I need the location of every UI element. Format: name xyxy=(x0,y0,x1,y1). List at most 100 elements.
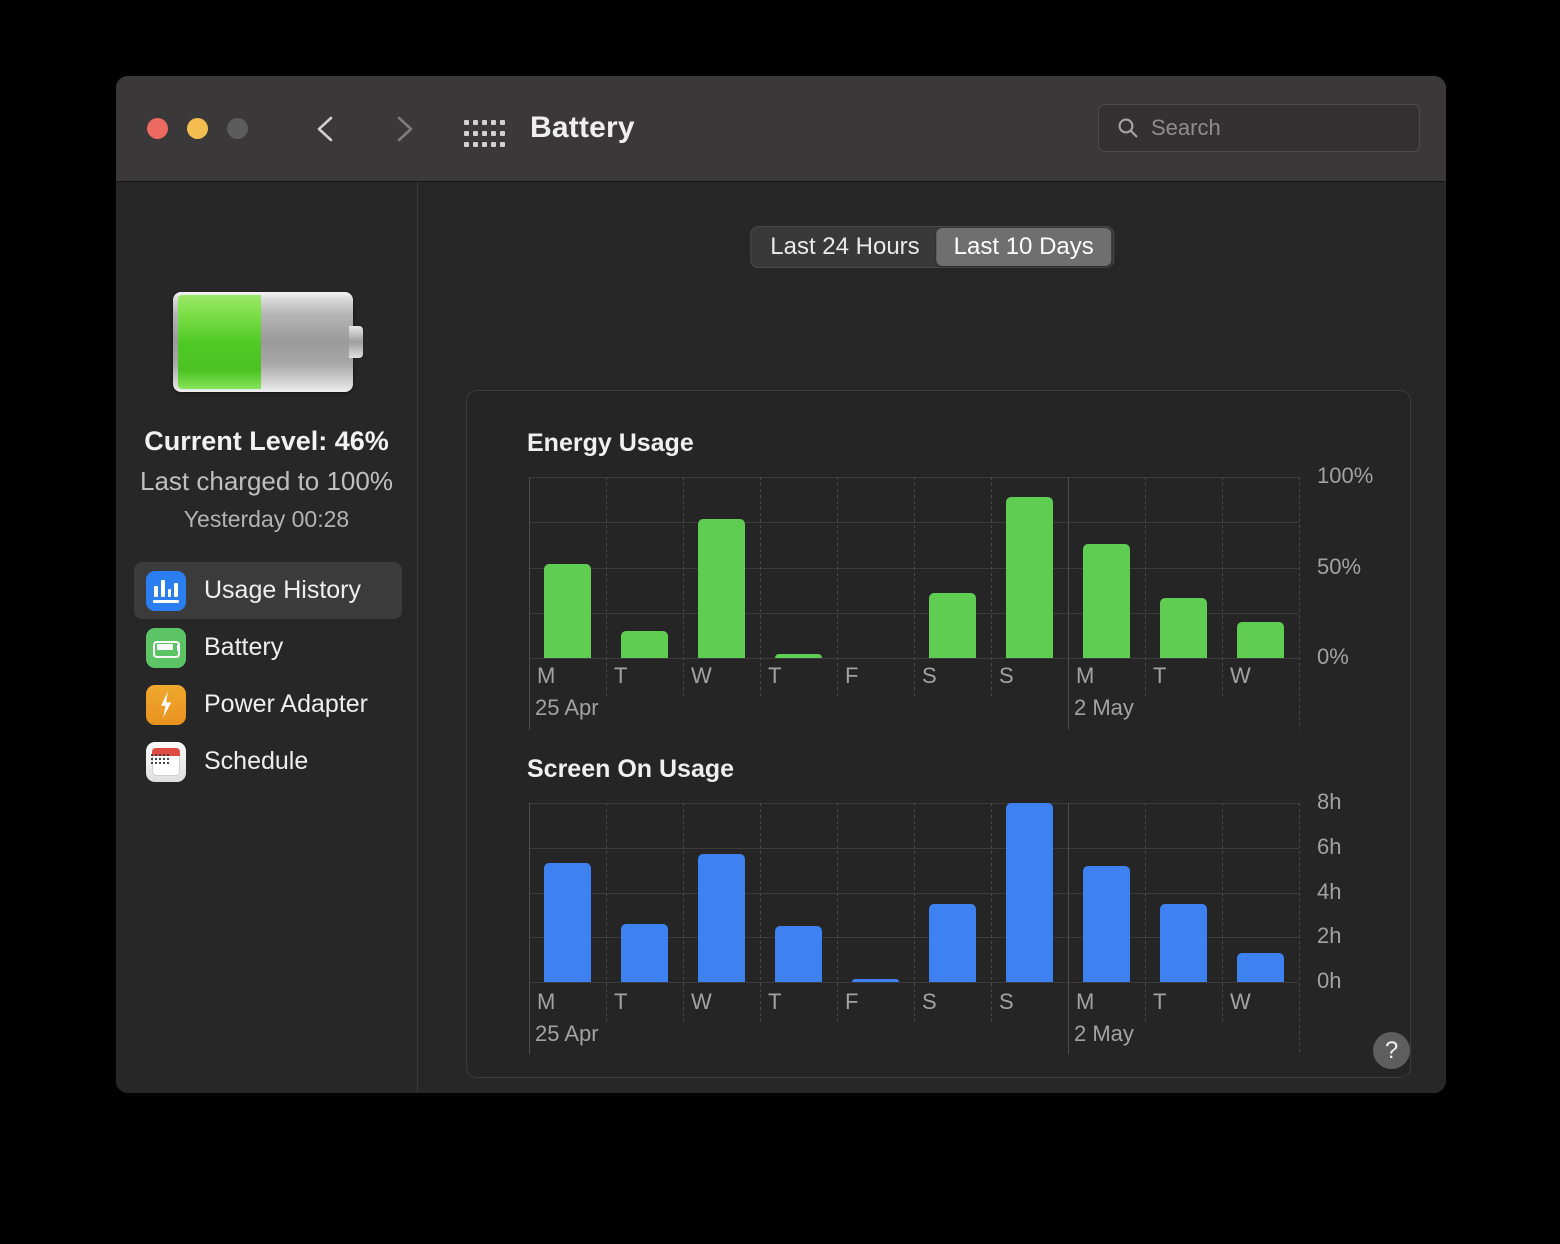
gridline-day xyxy=(1145,803,1146,1022)
window-toolbar: Battery xyxy=(116,76,1446,182)
gridline-day xyxy=(837,803,838,1022)
bar xyxy=(698,518,745,658)
gridline-day xyxy=(606,477,607,698)
x-axis-day-label: S xyxy=(922,989,937,1014)
chart-frame-edge xyxy=(529,477,530,730)
x-axis-day-label: S xyxy=(999,663,1014,688)
energy-usage-title: Energy Usage xyxy=(527,429,694,457)
battery-fill-level xyxy=(178,295,261,389)
x-axis-day-label: W xyxy=(1230,663,1251,688)
sidebar-item-label: Usage History xyxy=(204,576,361,604)
bar xyxy=(1237,621,1284,658)
gridline-week-boundary xyxy=(1068,803,1069,1054)
x-axis-day-label: M xyxy=(537,989,556,1014)
bar xyxy=(621,630,668,658)
sidebar-nav-list: Usage History Battery Power Adapter Sche… xyxy=(134,562,402,790)
gridline-day xyxy=(683,477,684,698)
bar xyxy=(544,563,591,658)
sidebar-item-label: Power Adapter xyxy=(204,690,368,718)
x-axis-day-label: W xyxy=(691,989,712,1014)
x-axis-day-label: M xyxy=(1076,989,1095,1014)
last-charged-time-text: Yesterday 00:28 xyxy=(183,506,350,532)
search-field[interactable] xyxy=(1098,104,1420,152)
help-button[interactable]: ? xyxy=(1373,1032,1410,1069)
sidebar-item-label: Schedule xyxy=(204,747,309,775)
x-axis-day-label: W xyxy=(1230,989,1251,1014)
screen-on-usage-chart: M T W T F S S M T W 25 Apr 2 May 0h 2h 4h 6h 8h xyxy=(529,789,1341,1054)
x-axis-day-label: S xyxy=(922,663,937,688)
sidebar-item-usage-history[interactable]: Usage History xyxy=(134,562,402,619)
x-axis-day-label: S xyxy=(999,989,1014,1014)
gridline-day xyxy=(683,803,684,1022)
bar xyxy=(1083,865,1130,982)
bar xyxy=(1237,952,1284,982)
last-charged-text: Last charged to 100% xyxy=(140,466,393,496)
sidebar: Current Level: 46% Last charged to 100% … xyxy=(116,182,418,1093)
main-panel: Last 24 Hours Last 10 Days Energy Usage … xyxy=(418,182,1446,1093)
usage-charts-panel: Energy Usage M T W T F S S M T W 25 Apr 2 May 0% 50% 1… xyxy=(466,390,1411,1078)
close-button-icon[interactable] xyxy=(147,118,168,139)
lightning-bolt-icon xyxy=(146,684,186,725)
battery-preferences-window: Battery Current Level: 46% Last charged … xyxy=(116,76,1446,1093)
x-axis-day-label: T xyxy=(1153,989,1167,1014)
screen-on-usage-title: Screen On Usage xyxy=(527,755,735,783)
gridline-day xyxy=(1222,477,1223,698)
sidebar-item-battery[interactable]: Battery xyxy=(134,619,402,676)
gridline-week-boundary xyxy=(1068,477,1069,730)
gridline-day xyxy=(606,803,607,1022)
y-axis-tick-label: 100% xyxy=(1317,463,1374,488)
bar xyxy=(775,654,822,658)
bar xyxy=(1160,903,1207,982)
x-axis-day-label: F xyxy=(845,989,859,1014)
y-axis-tick-label: 8h xyxy=(1317,789,1342,814)
bar xyxy=(929,903,976,982)
x-axis-week-label: 2 May xyxy=(1074,1021,1134,1046)
x-axis-day-label: T xyxy=(614,663,628,688)
bar-chart-icon xyxy=(146,570,186,611)
x-axis-week-label: 2 May xyxy=(1074,695,1134,720)
battery-icon xyxy=(146,627,186,668)
current-level-text: Current Level: 46% xyxy=(144,426,389,456)
bar xyxy=(1160,598,1207,658)
y-axis-tick-label: 6h xyxy=(1317,833,1342,859)
show-all-grid-icon[interactable] xyxy=(464,120,506,150)
forward-chevron-icon[interactable] xyxy=(386,112,420,146)
y-axis-tick-label: 0h xyxy=(1317,968,1342,993)
gridline-day xyxy=(914,477,915,698)
minimize-button-icon[interactable] xyxy=(187,118,208,139)
x-axis-week-label: 25 Apr xyxy=(535,695,599,720)
sidebar-item-label: Battery xyxy=(204,633,284,661)
gridline-day xyxy=(914,803,915,1022)
x-axis-day-label: W xyxy=(691,663,712,688)
bar xyxy=(929,592,976,658)
x-axis-day-label: T xyxy=(1153,663,1167,688)
chart-frame-edge xyxy=(1299,477,1300,730)
search-input[interactable] xyxy=(1151,115,1391,141)
sidebar-item-schedule[interactable]: Schedule xyxy=(134,733,402,790)
x-axis-day-label: T xyxy=(614,989,628,1014)
chart-frame-edge xyxy=(1299,803,1300,1054)
segment-last-10-days[interactable]: Last 10 Days xyxy=(936,228,1111,266)
sidebar-item-power-adapter[interactable]: Power Adapter xyxy=(134,676,402,733)
time-range-segmented-control[interactable]: Last 24 Hours Last 10 Days xyxy=(750,226,1114,268)
zoom-button-icon xyxy=(227,118,248,139)
search-icon xyxy=(1118,118,1138,138)
y-axis-tick-label: 2h xyxy=(1317,923,1342,949)
gridline-day xyxy=(991,803,992,1022)
back-chevron-icon[interactable] xyxy=(310,112,344,146)
x-axis-day-label: F xyxy=(845,663,859,688)
y-axis-tick-label: 50% xyxy=(1317,553,1362,579)
bar xyxy=(1006,803,1053,982)
bar xyxy=(1083,543,1130,658)
x-axis-day-label: M xyxy=(1076,663,1095,688)
gridline-day xyxy=(760,803,761,1022)
bar xyxy=(621,923,668,982)
chart-frame-edge xyxy=(529,803,530,1054)
gridline-day xyxy=(760,477,761,698)
bar xyxy=(1006,496,1053,658)
battery-status-icon xyxy=(173,292,363,392)
segment-last-24-hours[interactable]: Last 24 Hours xyxy=(753,228,936,266)
x-axis-day-label: M xyxy=(537,663,556,688)
energy-usage-chart: M T W T F S S M T W 25 Apr 2 May 0% 50% 100% xyxy=(529,463,1373,730)
gridline-day xyxy=(1145,477,1146,698)
